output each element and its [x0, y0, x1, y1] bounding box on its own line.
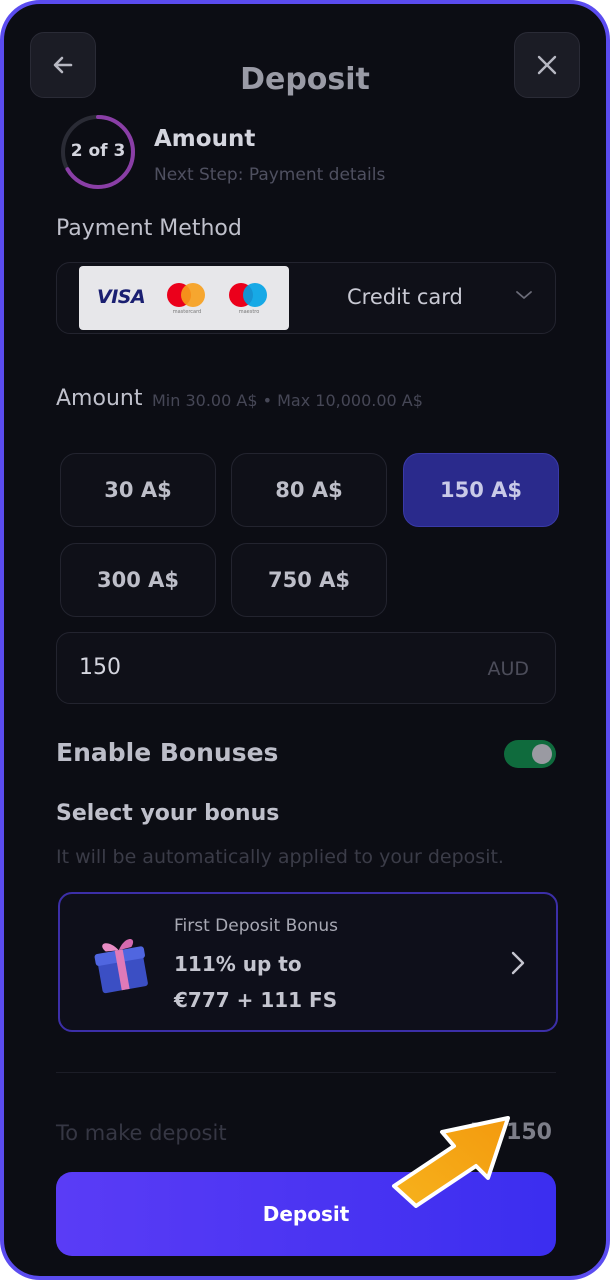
pointer-arrow-icon	[392, 1116, 510, 1208]
amount-preset-300[interactable]: 300 A$	[60, 543, 216, 617]
bonus-offer-line-1: 111% up to	[174, 952, 302, 976]
amount-preset-750[interactable]: 750 A$	[231, 543, 387, 617]
select-bonus-subtitle: It will be automatically applied to your…	[56, 846, 504, 868]
close-button[interactable]	[514, 32, 580, 98]
mastercard-logo	[167, 283, 207, 307]
payment-method-select[interactable]: VISA mastercard maestro Credit card	[56, 262, 556, 334]
deposit-summary-label: To make deposit	[56, 1121, 227, 1145]
amount-range: Min 30.00 A$ • Max 10,000.00 A$	[152, 391, 423, 410]
amount-input[interactable]: 150 AUD	[56, 632, 556, 704]
amount-preset-30[interactable]: 30 A$	[60, 453, 216, 527]
chevron-down-icon	[516, 291, 532, 299]
mastercard-logo-text: mastercard	[172, 309, 202, 315]
toggle-knob	[532, 744, 552, 764]
amount-label: Amount	[56, 386, 143, 411]
gift-icon	[94, 938, 148, 994]
step-title: Amount	[154, 126, 256, 152]
maestro-logo-text: maestro	[238, 309, 260, 315]
step-next-label: Next Step: Payment details	[154, 165, 386, 185]
enable-bonuses-toggle[interactable]	[504, 740, 556, 768]
select-bonus-title: Select your bonus	[56, 801, 280, 826]
bonus-name: First Deposit Bonus	[174, 916, 339, 936]
close-icon	[537, 55, 557, 75]
deposit-modal: Deposit 2 of 3 Amount Next Step: Payment…	[0, 0, 610, 1280]
chevron-right-icon	[511, 951, 525, 975]
amount-preset-80[interactable]: 80 A$	[231, 453, 387, 527]
payment-method-label: Payment Method	[56, 216, 242, 241]
currency-label: AUD	[487, 658, 529, 680]
divider	[56, 1072, 556, 1073]
amount-input-value: 150	[79, 655, 121, 680]
amount-preset-150[interactable]: 150 A$	[403, 453, 559, 527]
payment-method-value: Credit card	[347, 285, 463, 309]
enable-bonuses-label: Enable Bonuses	[56, 738, 279, 767]
step-indicator: 2 of 3	[70, 141, 126, 161]
bonus-card[interactable]: First Deposit Bonus 111% up to €777 + 11…	[58, 892, 558, 1032]
bonus-offer-line-2: €777 + 111 FS	[174, 988, 338, 1012]
maestro-logo	[229, 283, 269, 307]
visa-logo: VISA	[97, 286, 146, 308]
card-brand-logos: VISA mastercard maestro	[79, 266, 289, 330]
